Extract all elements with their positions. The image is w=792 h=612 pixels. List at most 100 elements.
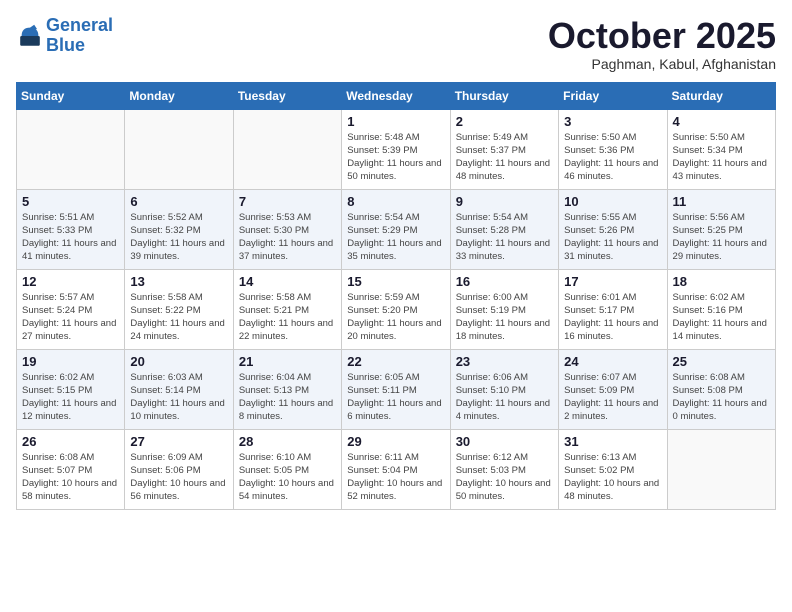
calendar-cell: 9Sunrise: 5:54 AMSunset: 5:28 PMDaylight… [450,189,558,269]
day-info: Sunrise: 6:03 AMSunset: 5:14 PMDaylight:… [130,371,227,424]
calendar-cell: 31Sunrise: 6:13 AMSunset: 5:02 PMDayligh… [559,429,667,509]
day-info: Sunrise: 5:58 AMSunset: 5:21 PMDaylight:… [239,291,336,344]
day-info: Sunrise: 5:48 AMSunset: 5:39 PMDaylight:… [347,131,444,184]
day-info: Sunrise: 6:10 AMSunset: 5:05 PMDaylight:… [239,451,336,504]
weekday-header-saturday: Saturday [667,82,775,109]
day-number: 4 [673,114,770,129]
calendar-cell: 28 Sunrise: 6:10 AMSunset: 5:05 PMDayligh… [233,429,341,509]
day-number: 2 [456,114,553,129]
day-info: Sunrise: 6:13 AMSunset: 5:02 PMDaylight:… [564,451,661,504]
day-info: Sunrise: 6:05 AMSunset: 5:11 PMDaylight:… [347,371,444,424]
day-number: 24 [564,354,661,369]
calendar-cell: 16Sunrise: 6:00 AMSunset: 5:19 PMDayligh… [450,269,558,349]
calendar-cell [125,109,233,189]
calendar-cell: 30 Sunrise: 6:12 AMSunset: 5:03 PMDayligh… [450,429,558,509]
day-info: Sunrise: 6:02 AMSunset: 5:15 PMDaylight:… [22,371,119,424]
weekday-header-sunday: Sunday [17,82,125,109]
day-info: Sunrise: 5:58 AMSunset: 5:22 PMDaylight:… [130,291,227,344]
day-info: Sunrise: 5:49 AMSunset: 5:37 PMDaylight:… [456,131,553,184]
day-number: 23 [456,354,553,369]
day-info: Sunrise: 6:04 AMSunset: 5:13 PMDaylight:… [239,371,336,424]
calendar-cell: 12 Sunrise: 5:57 AMSunset: 5:24 PMDayligh… [17,269,125,349]
day-number: 21 [239,354,336,369]
title-block: October 2025 Paghman, Kabul, Afghanistan [548,16,776,72]
calendar-cell: 7 Sunrise: 5:53 AMSunset: 5:30 PMDaylight… [233,189,341,269]
day-number: 6 [130,194,227,209]
calendar-cell: 8 Sunrise: 5:54 AMSunset: 5:29 PMDaylight… [342,189,450,269]
calendar-cell: 2 Sunrise: 5:49 AMSunset: 5:37 PMDaylight… [450,109,558,189]
day-number: 29 [347,434,444,449]
day-number: 28 [239,434,336,449]
day-number: 18 [673,274,770,289]
day-number: 30 [456,434,553,449]
day-info: Sunrise: 6:01 AMSunset: 5:17 PMDaylight:… [564,291,661,344]
calendar-cell: 29 Sunrise: 6:11 AMSunset: 5:04 PMDayligh… [342,429,450,509]
weekday-header-monday: Monday [125,82,233,109]
day-number: 14 [239,274,336,289]
calendar-cell: 4 Sunrise: 5:50 AMSunset: 5:34 PMDaylight… [667,109,775,189]
day-number: 26 [22,434,119,449]
day-info: Sunrise: 6:02 AMSunset: 5:16 PMDaylight:… [673,291,770,344]
calendar-cell: 19 Sunrise: 6:02 AMSunset: 5:15 PMDayligh… [17,349,125,429]
day-info: Sunrise: 6:07 AMSunset: 5:09 PMDaylight:… [564,371,661,424]
day-number: 25 [673,354,770,369]
calendar-week-row: 5 Sunrise: 5:51 AMSunset: 5:33 PMDaylight… [17,189,776,269]
calendar-cell [667,429,775,509]
weekday-header-row: SundayMondayTuesdayWednesdayThursdayFrid… [17,82,776,109]
calendar-cell: 24 Sunrise: 6:07 AMSunset: 5:09 PMDayligh… [559,349,667,429]
day-number: 8 [347,194,444,209]
day-info: Sunrise: 5:51 AMSunset: 5:33 PMDaylight:… [22,211,119,264]
calendar-cell: 5 Sunrise: 5:51 AMSunset: 5:33 PMDaylight… [17,189,125,269]
day-info: Sunrise: 6:12 AMSunset: 5:03 PMDaylight:… [456,451,553,504]
day-info: Sunrise: 5:56 AMSunset: 5:25 PMDaylight:… [673,211,770,264]
day-number: 12 [22,274,119,289]
calendar-cell: 22 Sunrise: 6:05 AMSunset: 5:11 PMDayligh… [342,349,450,429]
calendar-cell: 18 Sunrise: 6:02 AMSunset: 5:16 PMDayligh… [667,269,775,349]
day-info: Sunrise: 5:53 AMSunset: 5:30 PMDaylight:… [239,211,336,264]
day-info: Sunrise: 6:09 AMSunset: 5:06 PMDaylight:… [130,451,227,504]
day-number: 20 [130,354,227,369]
logo-blue: Blue [46,35,85,55]
weekday-header-tuesday: Tuesday [233,82,341,109]
weekday-header-wednesday: Wednesday [342,82,450,109]
calendar-week-row: 1Sunrise: 5:48 AMSunset: 5:39 PMDaylight… [17,109,776,189]
day-info: Sunrise: 5:50 AMSunset: 5:36 PMDaylight:… [564,131,661,184]
day-number: 7 [239,194,336,209]
day-number: 19 [22,354,119,369]
day-number: 27 [130,434,227,449]
logo-text: General Blue [46,16,113,56]
calendar-cell: 26 Sunrise: 6:08 AMSunset: 5:07 PMDayligh… [17,429,125,509]
page-header: General Blue October 2025 Paghman, Kabul… [16,16,776,72]
calendar-cell [17,109,125,189]
day-number: 13 [130,274,227,289]
calendar-table: SundayMondayTuesdayWednesdayThursdayFrid… [16,82,776,510]
day-info: Sunrise: 6:00 AMSunset: 5:19 PMDaylight:… [456,291,553,344]
day-number: 15 [347,274,444,289]
calendar-cell: 10Sunrise: 5:55 AMSunset: 5:26 PMDayligh… [559,189,667,269]
calendar-week-row: 19 Sunrise: 6:02 AMSunset: 5:15 PMDayligh… [17,349,776,429]
day-info: Sunrise: 5:50 AMSunset: 5:34 PMDaylight:… [673,131,770,184]
day-number: 10 [564,194,661,209]
weekday-header-thursday: Thursday [450,82,558,109]
calendar-cell: 14 Sunrise: 5:58 AMSunset: 5:21 PMDayligh… [233,269,341,349]
day-number: 3 [564,114,661,129]
calendar-cell: 15Sunrise: 5:59 AMSunset: 5:20 PMDayligh… [342,269,450,349]
calendar-cell: 21 Sunrise: 6:04 AMSunset: 5:13 PMDayligh… [233,349,341,429]
calendar-cell: 25 Sunrise: 6:08 AMSunset: 5:08 PMDayligh… [667,349,775,429]
day-info: Sunrise: 6:08 AMSunset: 5:07 PMDaylight:… [22,451,119,504]
calendar-week-row: 12 Sunrise: 5:57 AMSunset: 5:24 PMDayligh… [17,269,776,349]
day-number: 22 [347,354,444,369]
day-info: Sunrise: 5:57 AMSunset: 5:24 PMDaylight:… [22,291,119,344]
day-number: 5 [22,194,119,209]
day-number: 17 [564,274,661,289]
calendar-cell: 1Sunrise: 5:48 AMSunset: 5:39 PMDaylight… [342,109,450,189]
day-info: Sunrise: 6:06 AMSunset: 5:10 PMDaylight:… [456,371,553,424]
calendar-cell: 17 Sunrise: 6:01 AMSunset: 5:17 PMDayligh… [559,269,667,349]
day-info: Sunrise: 5:54 AMSunset: 5:29 PMDaylight:… [347,211,444,264]
day-info: Sunrise: 6:08 AMSunset: 5:08 PMDaylight:… [673,371,770,424]
weekday-header-friday: Friday [559,82,667,109]
calendar-week-row: 26 Sunrise: 6:08 AMSunset: 5:07 PMDayligh… [17,429,776,509]
calendar-cell: 20 Sunrise: 6:03 AMSunset: 5:14 PMDayligh… [125,349,233,429]
day-info: Sunrise: 6:11 AMSunset: 5:04 PMDaylight:… [347,451,444,504]
calendar-cell [233,109,341,189]
